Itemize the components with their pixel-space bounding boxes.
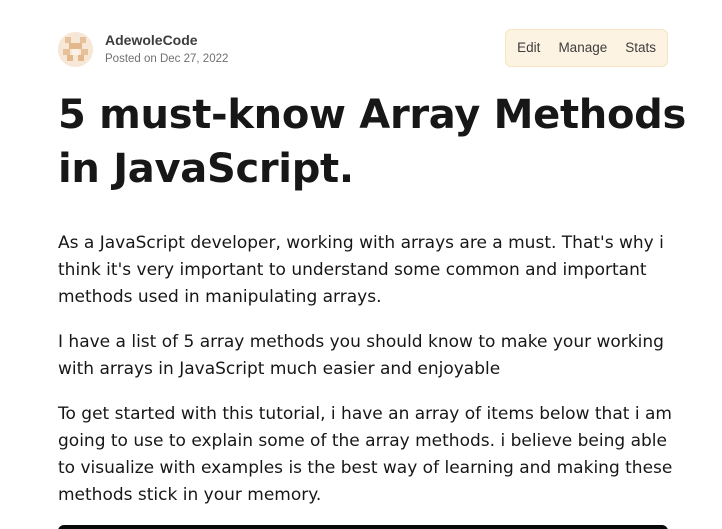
code-block	[58, 525, 668, 529]
article-title: 5 must-know Array Methods in JavaScript.	[58, 92, 687, 192]
paragraph: As a JavaScript developer, working with …	[58, 233, 664, 307]
author-meta: AdewoleCode Posted on Dec 27, 2022	[105, 31, 228, 67]
article-body: As a JavaScript developer, working with …	[58, 230, 673, 527]
manage-button[interactable]: Manage	[549, 30, 616, 66]
article: AdewoleCode Posted on Dec 27, 2022 Edit …	[0, 0, 722, 529]
author-name[interactable]: AdewoleCode	[105, 31, 228, 49]
paragraph: I have a list of 5 array methods you sho…	[58, 332, 664, 379]
post-date: Posted on Dec 27, 2022	[105, 53, 229, 65]
avatar[interactable]	[58, 31, 93, 67]
author-actions: Edit Manage Stats	[505, 29, 668, 67]
edit-button[interactable]: Edit	[508, 30, 549, 66]
author-row: AdewoleCode Posted on Dec 27, 2022 Edit …	[58, 29, 668, 69]
stats-button[interactable]: Stats	[616, 30, 665, 66]
paragraph: To get started with this tutorial, i hav…	[58, 404, 673, 505]
